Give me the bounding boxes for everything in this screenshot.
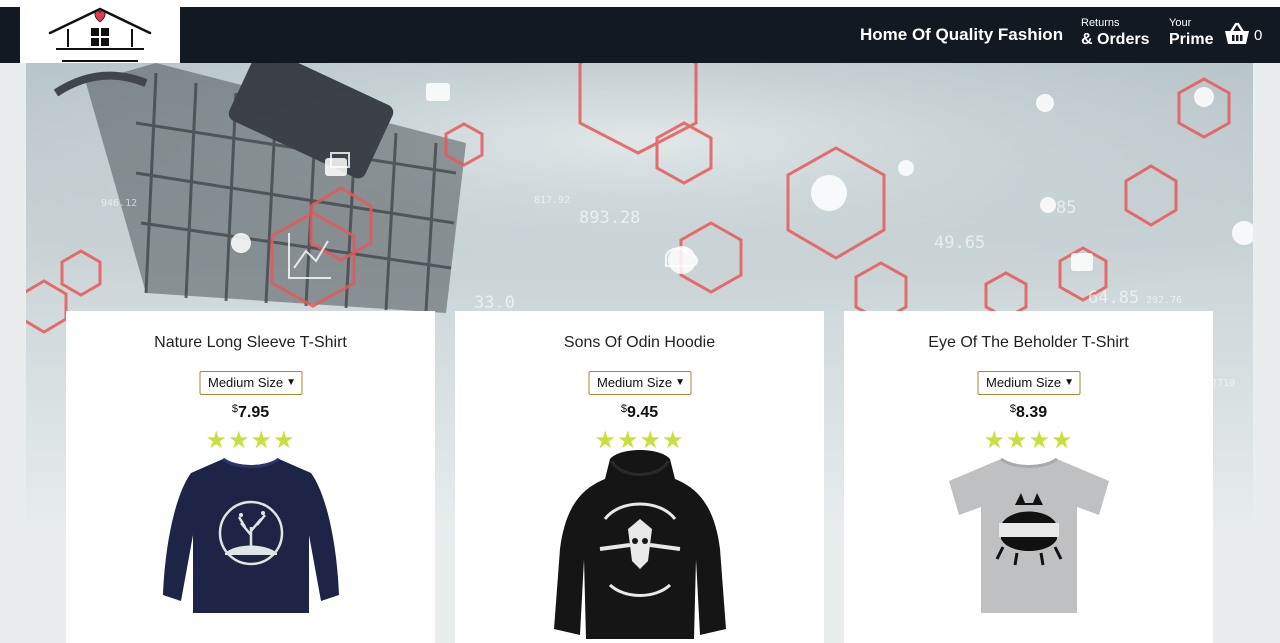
hero-number: 292.76 — [1146, 295, 1182, 306]
prime-label: Prime — [1169, 31, 1214, 48]
product-price: $8.39 — [844, 403, 1213, 422]
hero-number: 946.12 — [101, 198, 137, 209]
product-price: $7.95 — [66, 403, 435, 422]
top-strip — [0, 0, 1280, 7]
hero-number: 64.85 — [1088, 288, 1139, 308]
header: Home Of Quality Fashion Returns & Orders… — [0, 7, 1280, 63]
chevron-down-icon: ▼ — [675, 377, 685, 388]
size-select[interactable]: Medium Size ▼ — [588, 371, 691, 395]
hero-number: 893.28 — [579, 208, 640, 228]
size-select[interactable]: Medium Size ▼ — [199, 371, 302, 395]
rating-stars: ★★★★ — [205, 427, 296, 454]
hero-number: 85 — [1056, 198, 1076, 218]
size-select[interactable]: Medium Size ▼ — [977, 371, 1080, 395]
price-value: 8.39 — [1015, 404, 1048, 421]
product-price: $9.45 — [455, 403, 824, 422]
basket-icon[interactable] — [1224, 22, 1250, 46]
size-select-value: Medium Size — [208, 375, 284, 390]
your-label: Your — [1169, 17, 1192, 29]
returns-orders-link[interactable]: Returns & Orders — [1081, 16, 1149, 50]
brand-title: Home Of Quality Fashion — [860, 25, 1064, 44]
product-image-tshirt[interactable] — [939, 455, 1119, 620]
hero-number: 33.0 — [474, 293, 515, 313]
product-image-hoodie[interactable] — [550, 449, 730, 643]
price-value: 7.95 — [237, 404, 270, 421]
product-card[interactable]: Sons Of Odin Hoodie Medium Size ▼ $9.45 … — [455, 311, 824, 643]
product-title: Eye Of The Beholder T-Shirt — [928, 334, 1129, 351]
hero-number: 2710 — [1211, 378, 1235, 389]
rating-stars: ★★★★ — [983, 427, 1074, 454]
product-card[interactable]: Eye Of The Beholder T-Shirt Medium Size … — [844, 311, 1213, 643]
product-title: Sons Of Odin Hoodie — [563, 334, 716, 351]
prime-link[interactable]: Your Prime — [1169, 16, 1213, 50]
product-title: Nature Long Sleeve T-Shirt — [154, 334, 347, 351]
returns-label: Returns — [1081, 17, 1120, 29]
size-select-value: Medium Size — [986, 375, 1062, 390]
product-card[interactable]: Nature Long Sleeve T-Shirt Medium Size ▼… — [66, 311, 435, 643]
chevron-down-icon: ▼ — [286, 377, 296, 388]
hero-number: 49.65 — [934, 233, 985, 253]
product-image-longsleeve[interactable] — [161, 455, 341, 620]
basket-count: 0 — [1254, 27, 1263, 44]
orders-label: & Orders — [1081, 31, 1150, 48]
logo[interactable] — [20, 7, 180, 63]
hero-number: 817.92 — [534, 195, 570, 206]
price-value: 9.45 — [626, 404, 659, 421]
size-select-value: Medium Size — [597, 375, 673, 390]
chevron-down-icon: ▼ — [1064, 377, 1074, 388]
